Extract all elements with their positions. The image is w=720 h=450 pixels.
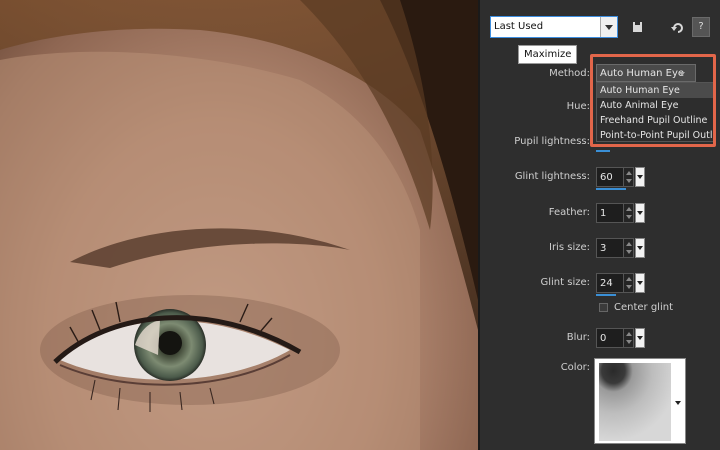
glint-lightness-spinner[interactable]: 60 bbox=[596, 167, 645, 190]
glint-size-label: Glint size: bbox=[540, 277, 590, 288]
iris-size-stepper[interactable] bbox=[624, 238, 634, 258]
face-photo bbox=[0, 0, 478, 450]
chevron-down-icon[interactable] bbox=[635, 167, 645, 187]
feather-input[interactable]: 1 bbox=[596, 203, 624, 223]
maximize-tooltip: Maximize bbox=[518, 45, 578, 64]
help-button[interactable]: ? bbox=[692, 17, 710, 37]
hue-label: Hue: bbox=[566, 101, 590, 112]
center-glint-label: Center glint bbox=[614, 302, 673, 313]
glint-size-slider[interactable] bbox=[596, 294, 616, 296]
pupil-lightness-label: Pupil lightness: bbox=[514, 136, 590, 147]
iris-size-label: Iris size: bbox=[549, 242, 590, 253]
blur-spinner[interactable]: 0 bbox=[596, 328, 645, 350]
settings-panel: Last Used ? Maximize Method: Auto Human … bbox=[480, 0, 720, 450]
pupil-lightness-bar bbox=[596, 150, 610, 152]
annotation-highlight-box bbox=[590, 54, 716, 147]
method-label: Method: bbox=[549, 68, 590, 79]
feather-spinner[interactable]: 1 bbox=[596, 203, 645, 225]
iris-size-input[interactable]: 3 bbox=[596, 238, 624, 258]
feather-label: Feather: bbox=[548, 207, 590, 218]
chevron-down-icon[interactable] bbox=[600, 17, 617, 37]
reset-icon[interactable] bbox=[670, 19, 686, 35]
chevron-down-icon[interactable] bbox=[635, 238, 645, 258]
save-preset-icon[interactable] bbox=[630, 19, 646, 35]
feather-stepper[interactable] bbox=[624, 203, 634, 223]
blur-stepper[interactable] bbox=[624, 328, 634, 348]
chevron-down-icon[interactable] bbox=[635, 273, 645, 293]
glint-size-input[interactable]: 24 bbox=[596, 273, 624, 293]
blur-input[interactable]: 0 bbox=[596, 328, 624, 348]
preset-dropdown[interactable]: Last Used bbox=[490, 16, 618, 38]
image-preview bbox=[0, 0, 478, 450]
iris-size-spinner[interactable]: 3 bbox=[596, 238, 645, 260]
color-label: Color: bbox=[560, 362, 590, 373]
chevron-down-icon[interactable] bbox=[635, 328, 645, 348]
glint-lightness-stepper[interactable] bbox=[624, 167, 634, 187]
glint-size-stepper[interactable] bbox=[624, 273, 634, 293]
preset-value: Last Used bbox=[494, 21, 544, 32]
glint-lightness-input[interactable]: 60 bbox=[596, 167, 624, 187]
chevron-down-icon[interactable] bbox=[672, 364, 684, 440]
glint-lightness-slider[interactable] bbox=[596, 188, 626, 190]
glint-lightness-label: Glint lightness: bbox=[514, 171, 590, 182]
blur-label: Blur: bbox=[566, 332, 590, 343]
center-glint-checkbox[interactable] bbox=[599, 303, 608, 312]
chevron-down-icon[interactable] bbox=[635, 203, 645, 223]
glint-size-spinner[interactable]: 24 bbox=[596, 273, 645, 296]
